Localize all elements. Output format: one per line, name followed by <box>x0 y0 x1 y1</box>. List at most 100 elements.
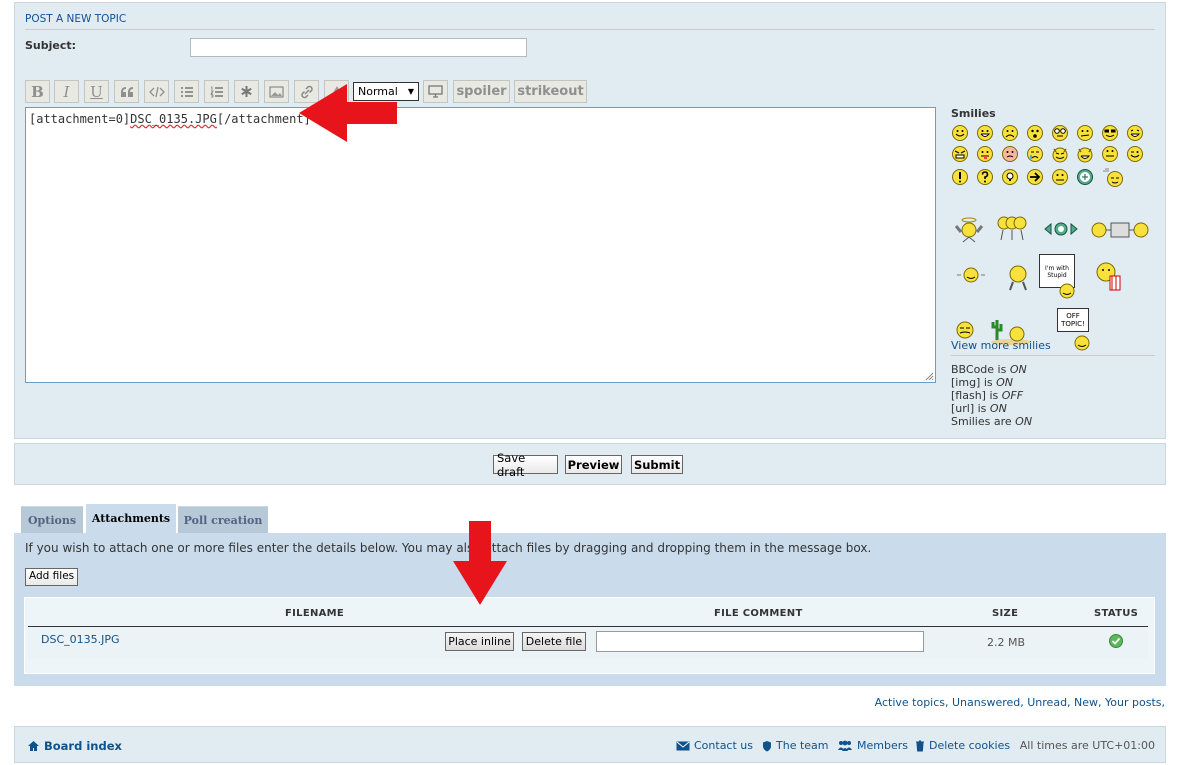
exclaim-icon[interactable] <box>951 168 969 186</box>
tab-attachments[interactable]: Attachments <box>86 504 176 533</box>
users-icon <box>838 740 852 751</box>
submit-button[interactable]: Submit <box>631 455 683 474</box>
the-team-link[interactable]: The team <box>762 739 829 752</box>
quick-links[interactable]: Active topics, Unanswered, Unread, New, … <box>875 696 1165 709</box>
mad-icon[interactable] <box>951 145 969 163</box>
header-status: STATUS <box>1094 608 1139 619</box>
place-inline-button[interactable]: Place inline <box>445 632 514 651</box>
stupid-smile-icon[interactable] <box>1055 279 1079 303</box>
attachment-filename[interactable]: DSC_0135.JPG <box>41 633 120 646</box>
code-icon <box>148 86 165 97</box>
confused-icon[interactable] <box>1076 124 1094 142</box>
sleepy-icon[interactable] <box>1101 168 1125 188</box>
chevron-down-icon: ▼ <box>407 87 414 96</box>
delete-cookies-label: Delete cookies <box>929 739 1011 752</box>
handshake-icon[interactable] <box>1043 220 1079 238</box>
sign-text-offtopic: OFF TOPIC! <box>1061 312 1085 328</box>
friends-icon[interactable] <box>1089 220 1151 240</box>
arrow-icon[interactable] <box>1026 168 1044 186</box>
idea-icon[interactable] <box>1001 168 1019 186</box>
sign-text-stupid: I'm with Stupid <box>1045 265 1069 279</box>
list-item-button[interactable] <box>234 80 259 103</box>
board-index-label: Board index <box>44 739 122 753</box>
resize-grip-icon[interactable] <box>925 372 934 381</box>
question-icon[interactable] <box>976 168 994 186</box>
quote-button[interactable] <box>114 80 139 103</box>
eek-icon[interactable] <box>1051 124 1069 142</box>
bbcode-status: BBCode is ON [img] is ON [flash] is OFF … <box>951 363 1032 428</box>
monitor-icon <box>428 85 443 98</box>
rolleyes-icon[interactable] <box>1101 145 1119 163</box>
underline-button[interactable]: U <box>84 80 109 103</box>
evil-icon[interactable] <box>1051 145 1069 163</box>
strikeout-button[interactable]: strikeout <box>514 80 587 103</box>
check-circle-icon <box>1109 634 1123 648</box>
message-prefix: [attachment=0] <box>29 112 131 126</box>
delete-cookies-link[interactable]: Delete cookies <box>915 739 1010 752</box>
tab-options[interactable]: Options <box>21 506 83 533</box>
embarrassed-icon[interactable] <box>1001 145 1019 163</box>
bold-button[interactable]: B <box>25 80 50 103</box>
save-draft-button[interactable]: Save draft <box>493 451 558 479</box>
file-comment-input[interactable] <box>596 631 924 652</box>
surprised-icon[interactable] <box>1026 124 1044 142</box>
green-smile-icon[interactable] <box>1076 168 1094 186</box>
image-button[interactable] <box>264 80 289 103</box>
neutral-icon[interactable] <box>1051 168 1069 186</box>
file-size: 2.2 MB <box>987 636 1026 649</box>
timezone-info: All times are UTC+01:00 <box>1019 739 1155 752</box>
smile-icon[interactable] <box>951 124 969 142</box>
off-topic-sign[interactable]: OFF TOPIC! <box>1057 308 1089 332</box>
walking-icon[interactable] <box>1005 264 1031 292</box>
asterisk-icon <box>241 86 252 97</box>
red-arrow-down-icon <box>453 521 507 605</box>
bbcode-state: ON <box>1009 363 1027 376</box>
attachments-info: If you wish to attach one or more files … <box>25 541 872 555</box>
group-hug-icon[interactable] <box>993 214 1031 242</box>
url-state: ON <box>989 402 1007 415</box>
preview-button[interactable]: Preview <box>565 455 622 474</box>
off-topic-smile-icon[interactable] <box>1071 332 1093 354</box>
wink-icon[interactable] <box>1126 145 1144 163</box>
smilies-title: Smilies <box>951 107 996 120</box>
crying-icon[interactable] <box>1026 145 1044 163</box>
subject-input[interactable] <box>190 38 527 57</box>
add-files-button[interactable]: Add files <box>25 568 79 586</box>
angel-icon[interactable] <box>953 216 985 246</box>
flash-state: OFF <box>1001 389 1024 402</box>
italic-button[interactable]: I <box>54 80 79 103</box>
twisted-icon[interactable] <box>1076 145 1094 163</box>
cool-icon[interactable] <box>1101 124 1119 142</box>
tab-poll-creation[interactable]: Poll creation <box>178 506 268 533</box>
the-team-label: The team <box>776 739 829 752</box>
board-index-link[interactable]: Board index <box>27 739 122 753</box>
header-filename: FILENAME <box>285 608 345 619</box>
list-button[interactable] <box>174 80 199 103</box>
image-icon <box>269 86 284 97</box>
rofl-icon[interactable] <box>955 264 987 286</box>
razz-icon[interactable] <box>976 145 994 163</box>
img-label: [img] is <box>951 376 997 389</box>
panel-title: POST A NEW TOPIC <box>25 13 1155 30</box>
laughing-icon[interactable] <box>1126 124 1144 142</box>
bbcode-label: BBCode is <box>951 363 1010 376</box>
view-more-smilies-link[interactable]: View more smilies <box>951 339 1051 352</box>
home-icon <box>28 741 39 751</box>
grin-icon[interactable] <box>976 124 994 142</box>
popcorn-icon[interactable] <box>1093 260 1125 292</box>
post-panel: POST A NEW TOPIC Subject: B I U Normal ▼… <box>14 2 1166 439</box>
code-button[interactable] <box>144 80 169 103</box>
footer-navbar: Board index Contact us The team Members … <box>14 726 1166 763</box>
media-button[interactable] <box>423 80 448 103</box>
members-link[interactable]: Members <box>837 739 908 752</box>
smilies-grid: I'm with Stupid OFF TOPIC! <box>951 124 1157 351</box>
message-textarea[interactable]: [attachment=0]DSC_0135.JPG[/attachment] <box>25 107 936 383</box>
quote-icon <box>120 86 133 97</box>
sad-icon[interactable] <box>1001 124 1019 142</box>
numbered-list-button[interactable] <box>204 80 229 103</box>
numbered-list-icon <box>209 86 223 97</box>
contact-us-link[interactable]: Contact us <box>676 739 753 752</box>
spoiler-button[interactable]: spoiler <box>453 80 510 103</box>
submit-panel: Save draft Preview Submit <box>14 443 1166 485</box>
delete-file-button[interactable]: Delete file <box>522 632 586 651</box>
